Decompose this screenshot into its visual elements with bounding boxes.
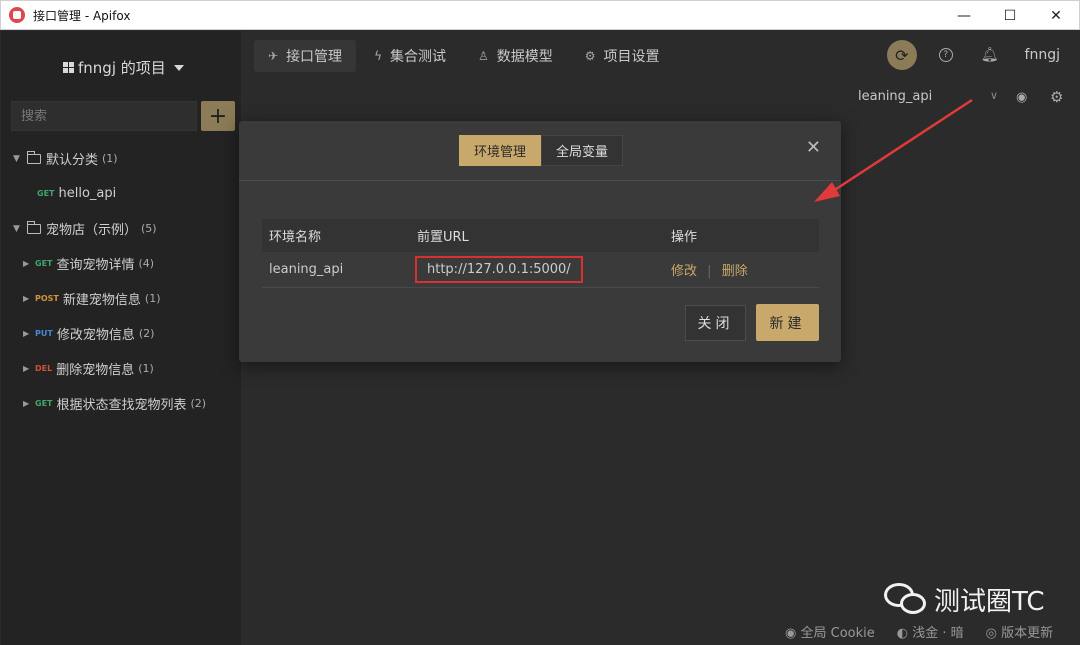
wechat-icon: [884, 582, 928, 617]
watermark-text: 测试圈TC: [934, 587, 1045, 617]
theme-link[interactable]: ◐ 浅金 · 暗: [897, 622, 964, 641]
watermark: 测试圈TC: [884, 581, 1045, 618]
arrow-shaft: [829, 98, 973, 195]
global-cookie-link[interactable]: ◉ 全局 Cookie: [785, 622, 875, 641]
update-label: 版本更新: [1001, 626, 1054, 641]
update-link[interactable]: ◎ 版本更新: [986, 622, 1054, 641]
cookie-label: 全局 Cookie: [800, 626, 875, 641]
theme-label: 浅金 · 暗: [912, 626, 964, 641]
status-bar: ◉ 全局 Cookie ◐ 浅金 · 暗 ◎ 版本更新: [785, 622, 1053, 641]
arrow-head: [814, 182, 840, 202]
annotation-arrow: [814, 98, 973, 202]
